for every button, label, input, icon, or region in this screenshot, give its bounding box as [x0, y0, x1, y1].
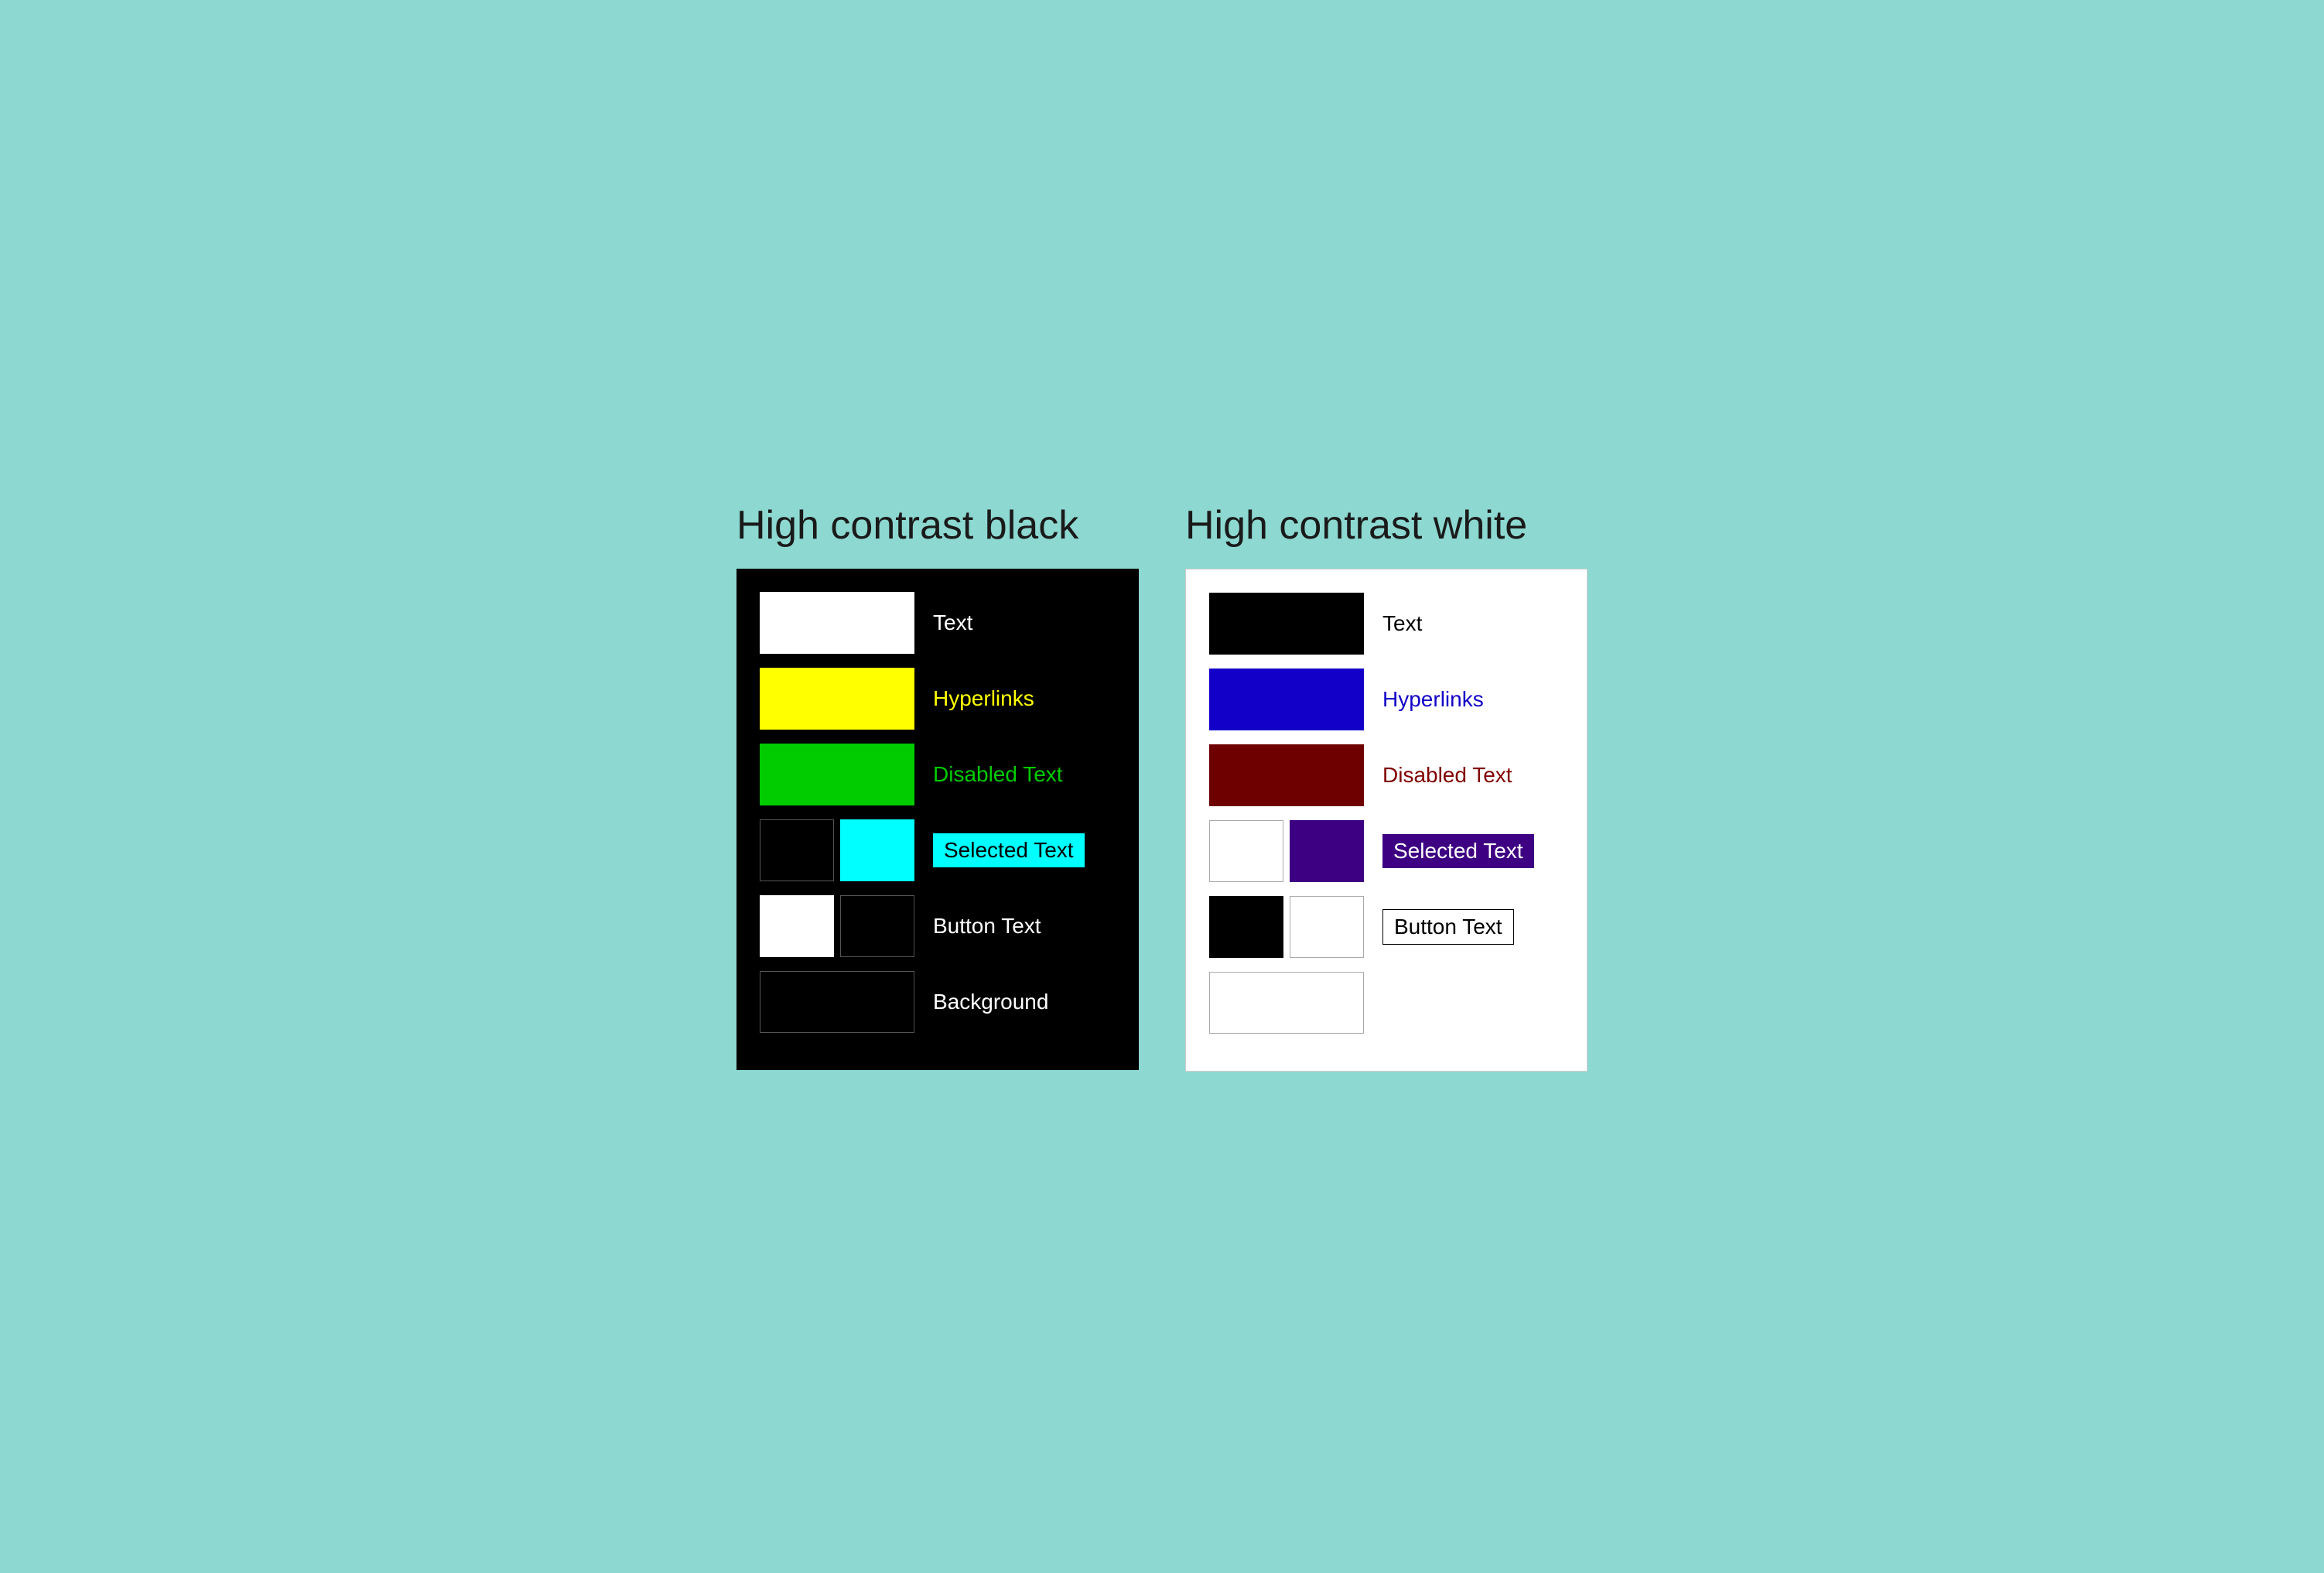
white-background-row — [1209, 972, 1564, 1034]
white-text-row: Text — [1209, 593, 1564, 655]
page-wrapper: High contrast black Text Hyperlinks Disa… — [620, 501, 1704, 1071]
white-text-swatch — [1209, 593, 1364, 655]
white-section-title: High contrast white — [1185, 501, 1527, 549]
black-button-label: Button Text — [933, 914, 1041, 939]
black-selected-label: Selected Text — [933, 833, 1085, 867]
white-button-swatch-fg — [1209, 896, 1283, 958]
black-disabled-swatch — [760, 744, 914, 805]
white-selected-swatch-fg — [1290, 820, 1364, 882]
white-disabled-label: Disabled Text — [1382, 763, 1512, 788]
black-background-row: Background — [760, 971, 1116, 1033]
white-button-label: Button Text — [1382, 909, 1514, 945]
white-button-row: Button Text — [1209, 896, 1564, 958]
white-selected-swatch-bg — [1209, 820, 1283, 882]
black-selected-row: Selected Text — [760, 819, 1116, 881]
white-selected-label: Selected Text — [1382, 834, 1534, 868]
white-hyperlinks-row: Hyperlinks — [1209, 669, 1564, 730]
black-hyperlinks-row: Hyperlinks — [760, 668, 1116, 730]
white-disabled-row: Disabled Text — [1209, 744, 1564, 806]
white-panel: Text Hyperlinks Disabled Text Selected T… — [1185, 569, 1587, 1072]
black-background-swatch — [760, 971, 914, 1033]
black-disabled-label: Disabled Text — [933, 762, 1063, 787]
black-selected-swatch-bg — [760, 819, 834, 881]
black-section: High contrast black Text Hyperlinks Disa… — [737, 501, 1139, 1069]
black-text-row: Text — [760, 592, 1116, 654]
white-section: High contrast white Text Hyperlinks Disa… — [1185, 501, 1587, 1071]
white-hyperlinks-label: Hyperlinks — [1382, 687, 1484, 712]
white-text-label: Text — [1382, 611, 1422, 636]
white-disabled-swatch — [1209, 744, 1364, 806]
black-button-swatch-pair — [760, 895, 914, 957]
black-selected-swatch-pair — [760, 819, 914, 881]
black-button-swatch-bg — [840, 895, 914, 957]
black-background-label: Background — [933, 990, 1048, 1014]
white-selected-swatch-pair — [1209, 820, 1364, 882]
white-selected-row: Selected Text — [1209, 820, 1564, 882]
black-section-title: High contrast black — [737, 501, 1078, 549]
black-panel: Text Hyperlinks Disabled Text Selected T… — [737, 569, 1139, 1070]
black-disabled-row: Disabled Text — [760, 744, 1116, 805]
black-button-row: Button Text — [760, 895, 1116, 957]
white-button-swatch-bg — [1290, 896, 1364, 958]
black-text-label: Text — [933, 610, 972, 635]
white-hyperlinks-swatch — [1209, 669, 1364, 730]
black-selected-swatch-fg — [840, 819, 914, 881]
black-button-swatch-fg — [760, 895, 834, 957]
black-hyperlinks-swatch — [760, 668, 914, 730]
white-background-swatch — [1209, 972, 1364, 1034]
black-text-swatch — [760, 592, 914, 654]
black-hyperlinks-label: Hyperlinks — [933, 686, 1034, 711]
white-button-swatch-pair — [1209, 896, 1364, 958]
